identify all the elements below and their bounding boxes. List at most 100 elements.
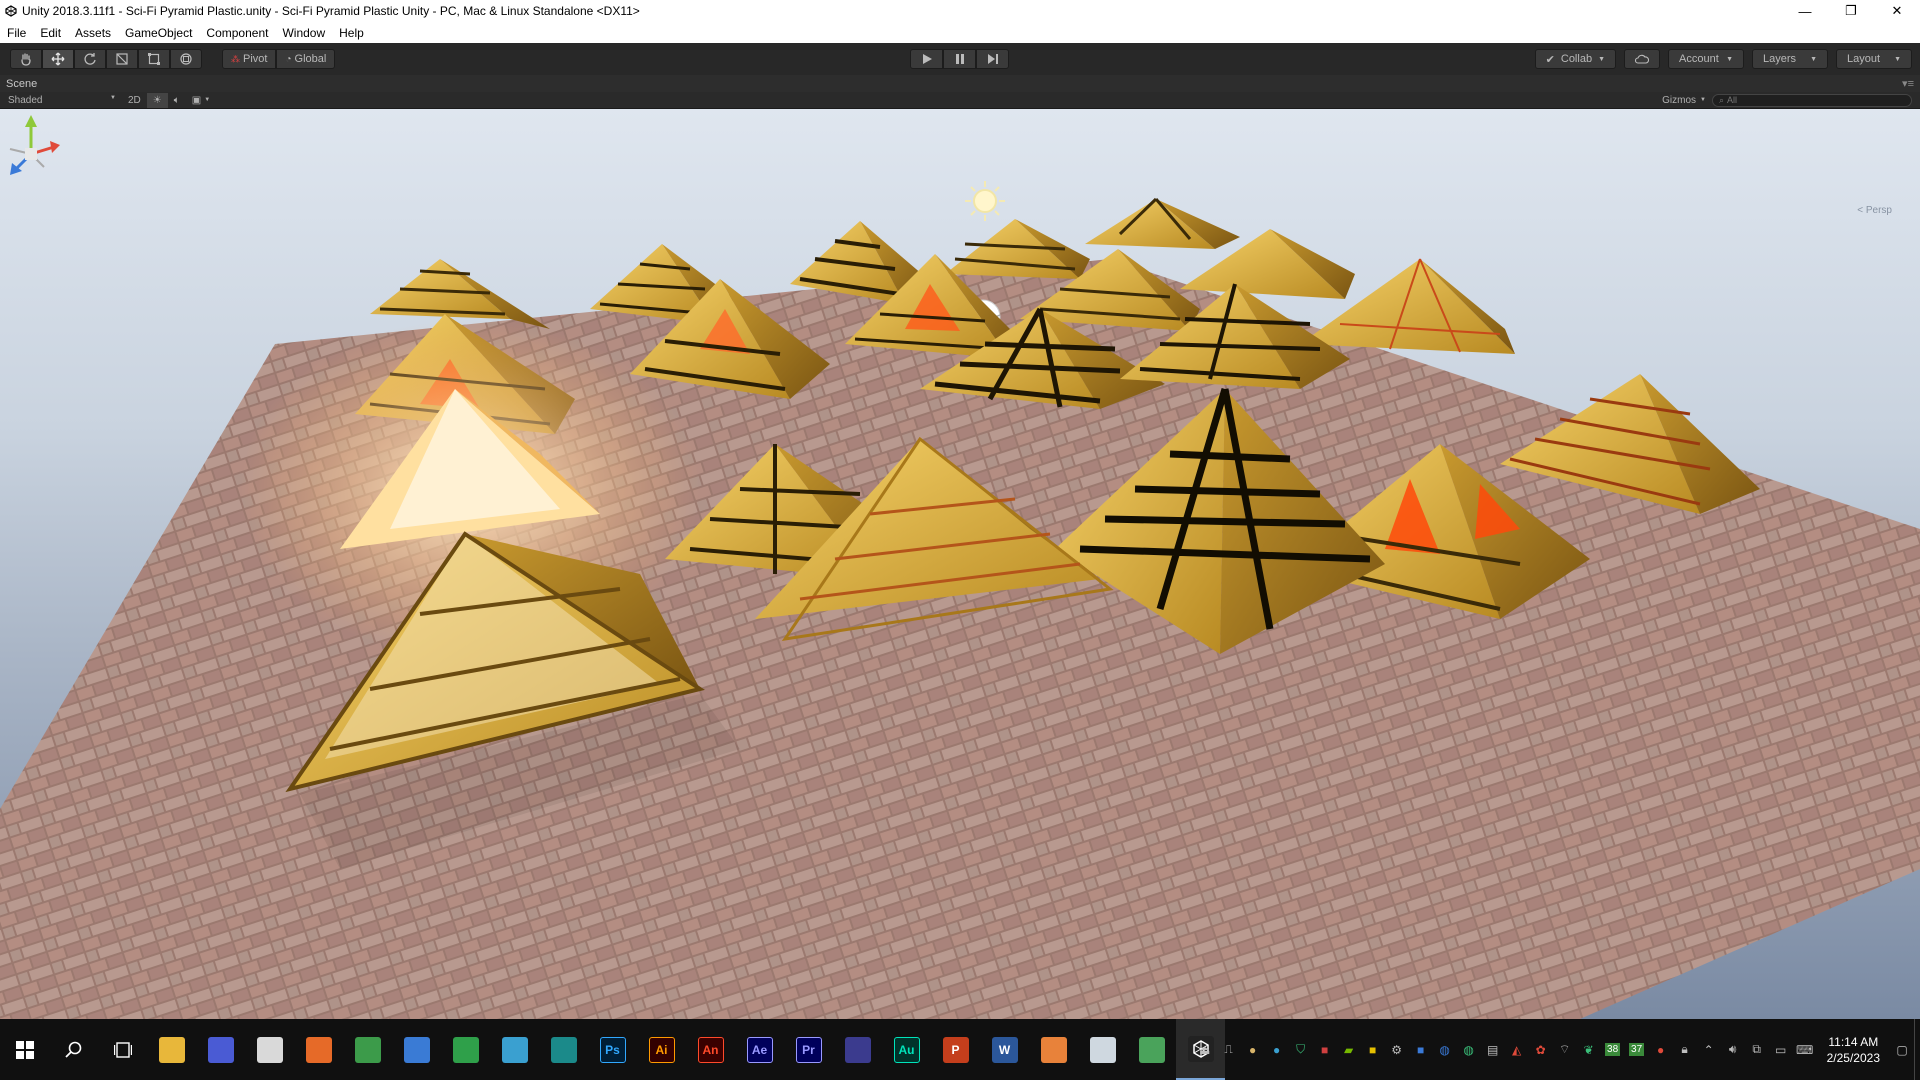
menu-edit[interactable]: Edit — [33, 26, 68, 40]
tray-app-icon[interactable]: ● — [1241, 1019, 1265, 1080]
scene-viewport[interactable]: < Persp — [0, 109, 1920, 1019]
close-button[interactable]: ✕ — [1874, 0, 1920, 22]
projection-label[interactable]: < Persp — [1857, 205, 1892, 216]
taskbar-app-word[interactable]: W — [980, 1019, 1029, 1080]
notifications-icon[interactable]: ▢ — [1890, 1019, 1914, 1080]
taskbar-app-photoshop[interactable]: Ps — [588, 1019, 637, 1080]
tray-badge[interactable]: 37 — [1625, 1019, 1649, 1080]
tray-app-icon[interactable]: ✿ — [1529, 1019, 1553, 1080]
taskbar-app-premiere[interactable]: Pr — [784, 1019, 833, 1080]
tray-keyboard-icon[interactable]: ▤ — [1481, 1019, 1505, 1080]
tab-scene[interactable]: Scene — [6, 78, 37, 90]
menu-assets[interactable]: Assets — [68, 26, 118, 40]
rotate-tool-button[interactable] — [74, 49, 106, 69]
scene-search-input[interactable]: ⌕ All — [1712, 93, 1912, 107]
taskbar-app-chrome[interactable] — [343, 1019, 392, 1080]
cloud-button[interactable] — [1624, 49, 1660, 69]
taskbar-app-earth-app[interactable] — [490, 1019, 539, 1080]
move-tool-button[interactable] — [42, 49, 74, 69]
step-button[interactable] — [976, 49, 1009, 69]
tray-app-icon[interactable]: ■ — [1313, 1019, 1337, 1080]
task-view-button[interactable] — [98, 1019, 147, 1080]
menu-gameobject[interactable]: GameObject — [118, 26, 199, 40]
hand-tool-button[interactable] — [10, 49, 42, 69]
layers-dropdown[interactable]: Layers ▼ — [1752, 49, 1828, 69]
taskbar-app-notepad[interactable] — [1078, 1019, 1127, 1080]
taskbar-app-illustrator[interactable]: Ai — [637, 1019, 686, 1080]
battery-icon[interactable]: ▭ — [1769, 1019, 1793, 1080]
taskbar-app-firefox[interactable] — [294, 1019, 343, 1080]
tab-menu-icon[interactable]: ▾≡ — [1902, 77, 1914, 90]
tray-app-icon[interactable]: ● — [1265, 1019, 1289, 1080]
hand-icon — [21, 53, 31, 66]
tray-app-icon[interactable]: ● — [1649, 1019, 1673, 1080]
tray-app-icon[interactable]: ■ — [1409, 1019, 1433, 1080]
pause-button[interactable] — [943, 49, 976, 69]
volume-icon[interactable]: 🔊︎ — [1721, 1019, 1745, 1080]
taskbar-app-app-visual[interactable] — [833, 1019, 882, 1080]
taskbar-app-file-explorer[interactable] — [147, 1019, 196, 1080]
tray-app-icon[interactable]: ⚙ — [1385, 1019, 1409, 1080]
menu-help[interactable]: Help — [332, 26, 371, 40]
menu-window[interactable]: Window — [275, 26, 332, 40]
tray-app-icon[interactable]: ■ — [1361, 1019, 1385, 1080]
tray-usb-icon[interactable]: ⎍ — [1217, 1019, 1241, 1080]
collab-dropdown[interactable]: ✔ Collab ▼ — [1534, 49, 1616, 69]
minimize-button[interactable]: — — [1782, 0, 1828, 22]
account-label: Account — [1679, 53, 1719, 65]
start-button[interactable] — [0, 1019, 49, 1080]
global-toggle[interactable]: ◔ Global — [276, 49, 336, 69]
clock[interactable]: 11:14 AM 2/25/2023 — [1817, 1034, 1890, 1066]
show-desktop-button[interactable] — [1914, 1019, 1920, 1080]
tray-globe-icon[interactable]: ◍ — [1433, 1019, 1457, 1080]
tray-wifi-icon[interactable]: ⌔ — [1553, 1019, 1577, 1080]
toolbar-right: ✔ Collab ▼ Account ▼ Layers ▼ Layout ▼ — [1534, 49, 1912, 69]
menu-component[interactable]: Component — [199, 26, 275, 40]
tray-shield-icon[interactable]: ⛉ — [1289, 1019, 1313, 1080]
taskbar-app-audition[interactable]: Au — [882, 1019, 931, 1080]
audio-toggle[interactable]: 🔈︎ — [168, 93, 186, 108]
rect-tool-button[interactable] — [138, 49, 170, 69]
directional-light-icon[interactable] — [965, 181, 1005, 221]
rect-icon — [148, 53, 160, 65]
transform-tool-button[interactable] — [170, 49, 202, 69]
orientation-gizmo[interactable] — [0, 109, 62, 199]
taskbar-app-animate[interactable]: An — [686, 1019, 735, 1080]
language-icon[interactable]: ⌨ — [1793, 1019, 1817, 1080]
task-view-icon — [113, 1041, 132, 1058]
lighting-toggle[interactable]: ☀ — [146, 92, 168, 108]
taskbar-app-app-green[interactable] — [1127, 1019, 1176, 1080]
taskbar-app-globe-app[interactable] — [441, 1019, 490, 1080]
taskbar-app-app-generic-blue[interactable] — [196, 1019, 245, 1080]
play-button[interactable] — [910, 49, 943, 69]
tray-app-icon[interactable]: ◍ — [1457, 1019, 1481, 1080]
globe-app-icon — [452, 1036, 479, 1063]
account-dropdown[interactable]: Account ▼ — [1668, 49, 1744, 69]
tray-lock-icon[interactable]: 🔒︎ — [1673, 1019, 1697, 1080]
restore-button[interactable]: ❐ — [1828, 0, 1874, 22]
tray-nvidia-icon[interactable]: ▰ — [1337, 1019, 1361, 1080]
tray-leaf-icon[interactable]: ❦ — [1577, 1019, 1601, 1080]
taskbar-app-maya[interactable] — [539, 1019, 588, 1080]
effects-dropdown[interactable]: ▣ ▼ — [186, 93, 216, 108]
scale-tool-button[interactable] — [106, 49, 138, 69]
pivot-toggle[interactable]: ⁂ Pivot — [222, 49, 277, 69]
taskbar-app-search-tool[interactable] — [392, 1019, 441, 1080]
layout-dropdown[interactable]: Layout ▼ — [1836, 49, 1912, 69]
taskbar-app-app-paint[interactable] — [245, 1019, 294, 1080]
2d-toggle[interactable]: 2D — [122, 93, 147, 108]
chevron-up-icon[interactable]: ⌃ — [1697, 1019, 1721, 1080]
taskbar-app-powerpoint[interactable]: P — [931, 1019, 980, 1080]
search-button[interactable] — [49, 1019, 98, 1080]
powerpoint-icon-label: P — [951, 1042, 960, 1057]
tray-badge[interactable]: 38 — [1601, 1019, 1625, 1080]
shading-mode-dropdown[interactable]: Shaded ▼ — [0, 95, 122, 106]
tray-usb-icon[interactable]: ⏏ — [1193, 1019, 1217, 1080]
taskbar-app-sublime[interactable] — [1029, 1019, 1078, 1080]
taskbar-app-after-effects[interactable]: Ae — [735, 1019, 784, 1080]
gizmos-dropdown[interactable]: Gizmos ▼ — [1656, 93, 1712, 108]
tray-adobe-icon[interactable]: ◭ — [1505, 1019, 1529, 1080]
network-icon[interactable]: ⧉ — [1745, 1019, 1769, 1080]
menu-file[interactable]: File — [0, 26, 33, 40]
word-icon-label: W — [998, 1042, 1011, 1057]
